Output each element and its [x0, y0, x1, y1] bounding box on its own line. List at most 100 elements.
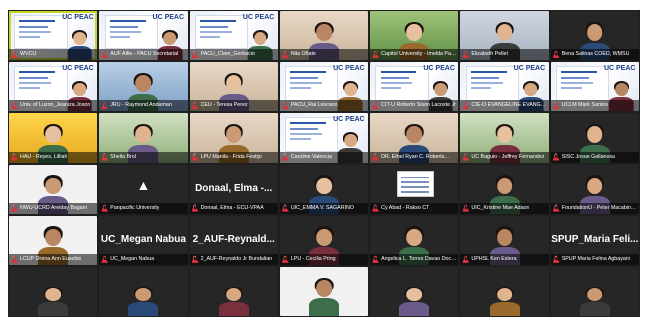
participant-tile[interactable] — [279, 266, 369, 316]
slide-text-line — [470, 87, 492, 90]
participant-tile[interactable]: NWU-UCRD Areiday Bagani — [9, 164, 98, 214]
participant-tile[interactable]: UC PEAC UCLM Mark Santos — [550, 62, 639, 112]
participant-tile[interactable]: CEU - Teresa Perez — [189, 62, 278, 112]
card-text-line — [401, 190, 430, 193]
person-face — [496, 126, 513, 144]
person-body — [399, 302, 430, 316]
participant-name: CIE-O EVANGELINE EVANGELI... — [471, 102, 547, 109]
person-face — [614, 82, 628, 97]
participant-name-label: PACU_Rai Lescano — [279, 100, 369, 112]
participant-name-label: WVCU — [9, 49, 98, 61]
participant-tile[interactable]: Capitol University - Imelda Pagtulo... — [370, 11, 459, 61]
participant-tile[interactable]: SISC Josue Gallanosa — [550, 113, 639, 163]
participant-tile[interactable]: UPHSL Ken Estera — [460, 215, 549, 265]
participant-tile[interactable] — [460, 266, 549, 316]
participant-name: CEU - Teresa Perez — [200, 102, 248, 109]
participant-tile[interactable]: HAU - Reyes, Lilliah — [9, 113, 98, 163]
muted-mic-icon — [191, 204, 199, 212]
participant-tile[interactable]: ▲ Panpacific University — [99, 164, 188, 214]
participant-name: UIC_EMMA V. SAGARINO — [290, 204, 354, 211]
slide-logo: UC PEAC — [242, 13, 275, 21]
slide-text-line — [19, 30, 52, 33]
slide-text-line — [290, 138, 311, 141]
participant-name-label: Donaal, Elma - ECU-VPAA — [189, 202, 278, 214]
participant-name-label: UIC_Kristine Mae Adaon — [460, 202, 549, 214]
participant-tile[interactable]: 2_AUF-Reynald... 2_AUF-Reynaldo Jr Bundal… — [189, 215, 278, 265]
participant-tile[interactable]: LPU Manila - Frida Festijo — [189, 113, 278, 163]
person-face — [253, 31, 267, 45]
participant-name-label: Angelica L. Torres Davao Docto... — [370, 253, 459, 265]
participant-tile[interactable]: UC Baguio - Jeffrey Fernandez — [460, 113, 549, 163]
person-face — [45, 228, 61, 246]
participant-name-label: LPU - Cecilia Pring — [279, 253, 369, 265]
participant-video — [489, 286, 520, 316]
participant-tile[interactable]: UC PEAC AUF Alfie - PACU Secretariat — [99, 11, 188, 61]
slide-text-line — [109, 25, 138, 28]
person-face — [45, 126, 61, 144]
slide-text-line — [19, 36, 40, 38]
participant-tile[interactable] — [370, 266, 459, 316]
participant-tile[interactable]: Nila Oñate — [279, 11, 369, 61]
participant-tile[interactable]: UC PEAC PACU_Rai Lescano — [279, 62, 369, 112]
participant-tile[interactable]: UC PEAC Univ. of Luzon_Jeaniza Joson — [9, 62, 98, 112]
participant-name: Cy Abad - Rakso CT — [381, 204, 430, 211]
muted-mic-icon — [281, 102, 289, 110]
slide-text-line — [561, 82, 593, 84]
person-face — [225, 126, 242, 144]
participant-tile[interactable]: UC PEAC WVCU — [9, 11, 98, 61]
participant-tile[interactable]: LCUP Divina Ann Eusebio — [9, 215, 98, 265]
participant-tile[interactable]: LPU - Cecilia Pring — [279, 215, 369, 265]
participant-video — [38, 286, 69, 316]
participant-tile[interactable] — [99, 266, 188, 316]
participant-tile[interactable]: DR. Ethel Ryan C. Roberts... — [370, 113, 459, 163]
participant-tile[interactable]: Angelica L. Torres Davao Docto... — [370, 215, 459, 265]
participant-name: UPHSL Ken Estera — [471, 255, 517, 262]
participant-tile[interactable] — [9, 266, 98, 316]
participant-tile[interactable]: UC_Megan Nabua UC_Megan Nabua — [99, 215, 188, 265]
shared-slide — [465, 66, 519, 101]
participant-tile[interactable]: FoundationU - Peter Macabingkil — [550, 164, 639, 214]
participant-name-label: Cy Abad - Rakso CT — [370, 202, 459, 214]
participant-tile[interactable]: Donaal, Elma -... Donaal, Elma - ECU-VPAA — [189, 164, 278, 214]
slide-text-line — [561, 76, 590, 79]
slide-text-line — [19, 19, 56, 22]
person-body — [489, 302, 520, 316]
participant-name: Sheila Brol — [110, 153, 136, 160]
participant-tile[interactable]: UC PEAC CIE-O EVANGELINE EVANGELI... — [460, 62, 549, 112]
person-face — [163, 31, 177, 45]
slide-logo: UC PEAC — [333, 116, 365, 124]
participant-tile[interactable] — [189, 266, 278, 316]
participant-tile[interactable]: UC PEAC Caroline Valencia — [279, 113, 369, 163]
participant-tile[interactable]: UC PEAC PACU_Clare_Gerbacio — [189, 11, 278, 61]
participant-tile[interactable]: UIC_Kristine Mae Adaon — [460, 164, 549, 214]
participant-tile[interactable]: Elizabeth Pellet — [460, 11, 549, 61]
participant-tile[interactable]: Cy Abad - Rakso CT — [370, 164, 459, 214]
participant-tile[interactable]: JRU - Raymond Andaman — [99, 62, 188, 112]
participant-tile[interactable]: Sheila Brol — [99, 113, 188, 163]
participant-name-label: 2_AUF-Reynaldo Jr Bundalian — [189, 253, 278, 265]
muted-mic-icon — [191, 255, 199, 263]
participant-video — [218, 286, 249, 316]
participant-display-name: Donaal, Elma -... — [195, 183, 273, 195]
participant-tile[interactable] — [550, 266, 639, 316]
person-face — [225, 75, 242, 93]
participant-grid: UC PEAC WVCU UC PEAC AUF Alfie - PACU Secre… — [9, 11, 639, 316]
person-face — [135, 288, 152, 302]
participant-name-label: Sheila Brol — [99, 151, 188, 163]
participant-name: Donaal, Elma - ECU-VPAA — [200, 204, 264, 211]
slide-text-line — [290, 127, 319, 130]
participant-name-label: UC_Megan Nabua — [99, 253, 188, 265]
profile-card-image — [396, 171, 434, 197]
participant-tile[interactable]: UC PEAC CIT-U Roberto Sison Lacoste Jr — [370, 62, 459, 112]
participant-name: Elizabeth Pellet — [471, 51, 508, 58]
participant-name-label: CEU - Teresa Perez — [189, 100, 278, 112]
participant-tile[interactable]: SPUP_Maria Feli... SPUP Maria Felina Agba… — [550, 215, 639, 265]
participant-name-label: LPU Manila - Frida Festijo — [189, 151, 278, 163]
participant-name: CIT-U Roberto Sison Lacoste Jr — [381, 102, 456, 109]
participant-tile[interactable]: Bena Salinas COED, WMSU — [550, 11, 639, 61]
person-face — [406, 126, 423, 144]
slide-text-line — [470, 82, 503, 84]
muted-mic-icon — [101, 204, 109, 212]
participant-tile[interactable]: UIC_EMMA V. SAGARINO — [279, 164, 369, 214]
muted-mic-icon — [552, 204, 560, 212]
